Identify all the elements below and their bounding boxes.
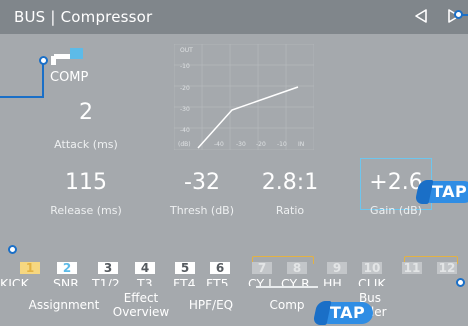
tab-effect-overview[interactable]: Effect Overview (106, 286, 176, 326)
gain-label: Gain (dB) (370, 204, 422, 217)
graph-x-tick: (dB) (178, 141, 191, 148)
header-bar: BUS | Compressor (0, 0, 468, 34)
channel-number: 11 (402, 261, 422, 275)
tab-bar: Assignment Effect Overview HPF/EQ Comp B… (0, 286, 468, 326)
tab-hpf-eq[interactable]: HPF/EQ (176, 286, 246, 326)
callout-dot (39, 56, 48, 65)
graph-x-tick: IN (298, 141, 304, 148)
comp-label: COMP (50, 70, 89, 85)
tap-callout-gain: TAP (420, 181, 468, 203)
threshold-label: Thresh (dB) (169, 204, 235, 217)
channel-number: 12 (437, 261, 457, 275)
channel-strip: 1 KICK 2 SNR 3 T1/2 4 T3 5 FT4 6 FT5 7 C… (0, 256, 468, 291)
tab-label: Comp (269, 298, 305, 313)
release-label: Release (ms) (50, 204, 122, 217)
page-title: BUS | Compressor (14, 8, 153, 26)
callout-dot (454, 10, 463, 19)
compressor-curve-graph: OUT -10 -20 -30 -40 (dB) -40 -30 -20 -10… (174, 44, 314, 150)
tab-comp[interactable]: Comp (256, 286, 318, 326)
channel-number: 4 (135, 262, 155, 274)
tab-assignment[interactable]: Assignment (22, 286, 106, 326)
graph-y-tick: -20 (180, 85, 190, 92)
graph-x-tick: -40 (214, 141, 224, 148)
attack-label: Attack (ms) (54, 138, 118, 151)
channel-number: 7 (252, 262, 272, 274)
attack-value[interactable]: 2 (66, 100, 106, 125)
channel-number: 6 (210, 262, 230, 274)
comp-curve (197, 86, 299, 149)
graph-x-tick: -10 (277, 141, 287, 148)
channel-11[interactable]: 11 (402, 262, 422, 274)
channel-number: 8 (287, 262, 307, 274)
tap-label: TAP (432, 182, 468, 201)
compressor-panel: COMP 2 Attack (ms) OUT -10 -20 -30 -40 (… (0, 34, 468, 256)
ratio-value[interactable]: 2.8:1 (250, 170, 330, 195)
release-value[interactable]: 115 (56, 170, 116, 195)
callout-line-comp (0, 96, 44, 98)
callout-dot (456, 278, 465, 287)
previous-page-icon[interactable] (413, 8, 429, 24)
graph-y-tick: -30 (180, 106, 190, 113)
tab-label-line2: Overview (112, 305, 170, 319)
graph-out-label: OUT (180, 47, 193, 54)
callout-line-comp-vert (42, 62, 44, 98)
tab-label: Assignment (28, 298, 100, 313)
channel-number: 2 (57, 262, 77, 274)
ratio-label: Ratio (275, 204, 305, 217)
channel-number: 3 (98, 262, 118, 274)
tab-label: HPF/EQ (188, 298, 234, 313)
channel-number: 10 (362, 261, 382, 275)
channel-number: 1 (20, 262, 40, 274)
threshold-value[interactable]: -32 (172, 170, 232, 195)
channel-number: 9 (327, 262, 347, 274)
callout-dot (8, 245, 17, 254)
channel-12[interactable]: 12 (437, 262, 457, 274)
graph-x-tick: -30 (236, 141, 246, 148)
tap-callout-comp-tab: TAP (318, 302, 374, 324)
tap-label: TAP (330, 303, 366, 322)
channel-number: 5 (175, 262, 195, 274)
tab-label: Effect (123, 291, 159, 306)
graph-x-tick: -20 (256, 141, 266, 148)
graph-y-tick: -40 (180, 127, 190, 134)
graph-y-tick: -10 (180, 63, 190, 70)
compressor-screen: BUS | Compressor COMP 2 Attack (ms) OUT … (0, 0, 468, 326)
